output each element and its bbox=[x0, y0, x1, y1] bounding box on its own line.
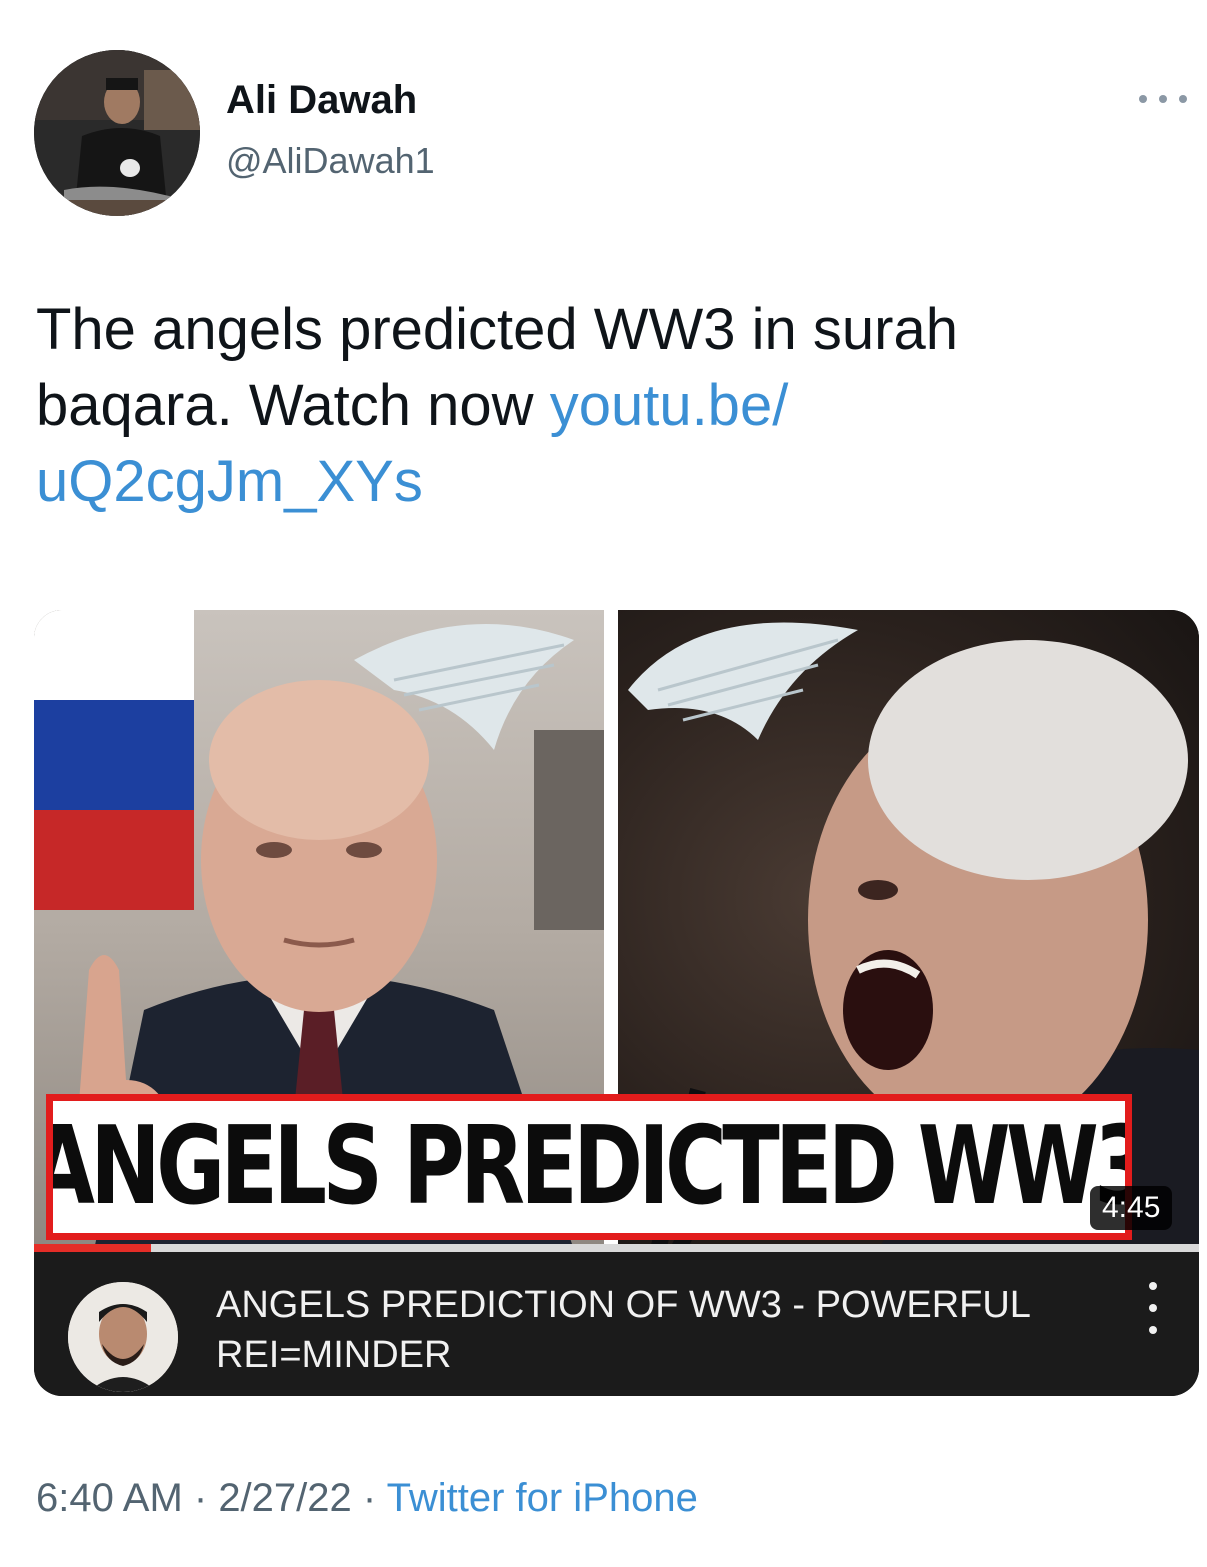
dot bbox=[1149, 1326, 1157, 1334]
video-thumbnail[interactable]: ANGELS PREDICTED WW3 4:45 bbox=[34, 610, 1199, 1252]
more-horizontal-icon[interactable] bbox=[1139, 84, 1187, 114]
dot bbox=[1149, 1304, 1157, 1312]
tweet-source[interactable]: Twitter for iPhone bbox=[387, 1476, 698, 1520]
more-vertical-icon[interactable] bbox=[1147, 1282, 1159, 1334]
author-avatar[interactable] bbox=[34, 50, 200, 216]
video-info-bar: ANGELS PREDICTION OF WW3 - POWERFUL REI=… bbox=[34, 1252, 1199, 1396]
tweet: Ali Dawah @AliDawah1 The angels predicte… bbox=[0, 0, 1207, 1567]
tweet-metadata: 6:40 AM · 2/27/22 · Twitter for iPhone bbox=[36, 1476, 698, 1521]
thumbnail-caption-banner: ANGELS PREDICTED WW3 bbox=[46, 1094, 1132, 1240]
video-progress-fill bbox=[34, 1244, 151, 1252]
tweet-text: The angels predicted WW3 in surah baqara… bbox=[36, 292, 1166, 520]
channel-avatar[interactable] bbox=[68, 1282, 178, 1392]
separator: · bbox=[182, 1476, 219, 1520]
youtube-card[interactable]: ANGELS PREDICTED WW3 4:45 ANGELS PREDICT… bbox=[34, 610, 1199, 1396]
tweet-time[interactable]: 6:40 AM bbox=[36, 1476, 183, 1520]
dot bbox=[1179, 95, 1187, 103]
tweet-text-body: The angels predicted WW3 in surah baqara… bbox=[36, 297, 958, 438]
tweet-date[interactable]: 2/27/22 bbox=[218, 1476, 351, 1520]
separator: · bbox=[351, 1476, 387, 1520]
author-handle[interactable]: @AliDawah1 bbox=[226, 140, 435, 182]
channel-photo bbox=[68, 1282, 178, 1392]
video-duration-badge: 4:45 bbox=[1090, 1186, 1173, 1230]
video-title[interactable]: ANGELS PREDICTION OF WW3 - POWERFUL REI=… bbox=[216, 1280, 1036, 1380]
dot bbox=[1149, 1282, 1157, 1290]
dot bbox=[1139, 95, 1147, 103]
thumbnail-caption: ANGELS PREDICTED WW3 bbox=[46, 1104, 1132, 1229]
author-display-name[interactable]: Ali Dawah bbox=[226, 78, 417, 123]
video-progress-bar[interactable] bbox=[34, 1244, 1199, 1252]
dot bbox=[1159, 95, 1167, 103]
author-photo bbox=[34, 50, 200, 216]
